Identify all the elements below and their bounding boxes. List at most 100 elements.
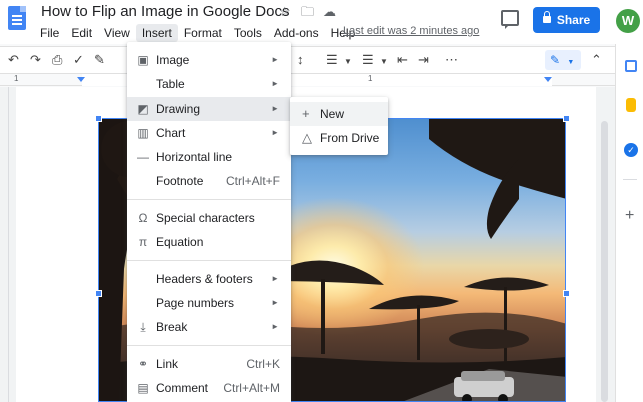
- submenu-arrow-icon: ►: [271, 298, 279, 307]
- menu-item-label: Image: [156, 53, 190, 67]
- horizontal-ruler: 1 1: [0, 74, 615, 86]
- menu-divider: [127, 199, 291, 200]
- menu-item-drawing[interactable]: ◩ Drawing ►: [127, 97, 291, 121]
- formatting-toolbar: ↶ ↷ ⎙ ✓ ✎ ↕ ☰ ▼ ☰ ▼ ⇤ ⇥ ⋯ ✎ ▼ ⌃: [0, 46, 615, 74]
- vertical-scrollbar[interactable]: [601, 121, 608, 402]
- menu-item-image[interactable]: ▣ Image ►: [127, 48, 291, 72]
- resize-handle[interactable]: [563, 290, 570, 297]
- menu-item-horizontal-line[interactable]: — Horizontal line: [127, 145, 291, 169]
- paint-format-icon[interactable]: ✎: [94, 52, 105, 68]
- submenu-arrow-icon: ►: [271, 322, 279, 331]
- menu-item-shortcut: Ctrl+K: [246, 357, 280, 371]
- menu-add-ons[interactable]: Add-ons: [268, 24, 325, 42]
- ruler-number: 1: [14, 74, 19, 83]
- menu-item-headers-footers[interactable]: Headers & footers ►: [127, 267, 291, 291]
- submenu-item-new[interactable]: + New: [290, 102, 388, 126]
- comment-history-icon[interactable]: [501, 10, 519, 29]
- menu-item-page-numbers[interactable]: Page numbers ►: [127, 291, 291, 315]
- tasks-icon[interactable]: ✓: [624, 143, 638, 157]
- menu-item-comment[interactable]: ▤ Comment Ctrl+Alt+M: [127, 376, 291, 400]
- star-icon[interactable]: ☆: [279, 4, 291, 20]
- avatar[interactable]: W: [616, 9, 640, 33]
- menu-file[interactable]: File: [34, 24, 65, 42]
- menu-insert[interactable]: Insert: [135, 24, 178, 42]
- google-docs-window: How to Flip an Image in Google Docs ☆ 🗀 …: [0, 0, 643, 402]
- menu-item-footnote[interactable]: Footnote Ctrl+Alt+F: [127, 169, 291, 193]
- horizontal-line-icon: —: [137, 150, 149, 164]
- chevron-down-icon[interactable]: ▼: [380, 54, 388, 70]
- add-addon-icon[interactable]: +: [625, 208, 634, 224]
- menu-edit[interactable]: Edit: [65, 24, 98, 42]
- submenu-item-from-drive[interactable]: △ From Drive: [290, 126, 388, 150]
- menu-item-link[interactable]: ⚭ Link Ctrl+K: [127, 352, 291, 376]
- menu-tools[interactable]: Tools: [228, 24, 268, 42]
- menu-item-equation[interactable]: π Equation: [127, 230, 291, 254]
- menu-item-label: Link: [156, 357, 179, 371]
- insert-menu: ▣ Image ► Table ► ◩ Drawing ► ▥ Chart ► …: [127, 42, 291, 402]
- break-icon: ⤓: [140, 320, 146, 334]
- print-icon[interactable]: ⎙: [52, 52, 62, 68]
- share-button[interactable]: Share: [533, 7, 600, 33]
- drawing-icon: ◩: [137, 102, 149, 116]
- document-title[interactable]: How to Flip an Image in Google Docs: [41, 3, 289, 20]
- chart-icon: ▥: [137, 126, 149, 140]
- chevron-down-icon: ▼: [567, 59, 575, 66]
- menu-item-label: Special characters: [156, 211, 255, 225]
- comment-icon: ▤: [137, 381, 149, 395]
- menu-item-label: Drawing: [156, 102, 201, 116]
- move-folder-icon[interactable]: 🗀: [301, 4, 314, 20]
- menu-item-special-characters[interactable]: Ω Special characters: [127, 206, 291, 230]
- chevron-down-icon[interactable]: ▼: [344, 54, 352, 70]
- menu-item-label: Equation: [156, 235, 204, 249]
- menu-item-label: Table: [156, 77, 185, 91]
- menu-item-table[interactable]: Table ►: [127, 72, 291, 96]
- collapse-menus-icon[interactable]: ⌃: [591, 52, 602, 68]
- submenu-arrow-icon: ►: [271, 55, 279, 64]
- side-panel: ✓ +: [615, 44, 643, 402]
- left-indent-marker[interactable]: [77, 77, 85, 82]
- more-options-icon[interactable]: ⋯: [445, 52, 458, 68]
- decrease-indent-icon[interactable]: ⇤: [397, 52, 408, 68]
- resize-handle[interactable]: [95, 290, 102, 297]
- calendar-icon[interactable]: [625, 60, 637, 72]
- redo-icon[interactable]: ↷: [30, 52, 41, 68]
- resize-handle[interactable]: [563, 115, 570, 122]
- omega-icon: Ω: [138, 211, 148, 225]
- submenu-arrow-icon: ►: [271, 79, 279, 88]
- line-spacing-icon[interactable]: ↕: [297, 52, 304, 68]
- docs-logo-icon[interactable]: [8, 6, 26, 30]
- cloud-status-icon[interactable]: ☁: [323, 4, 336, 20]
- spellcheck-icon[interactable]: ✓: [73, 52, 84, 68]
- menu-item-label: Break: [156, 320, 188, 334]
- menu-item-label: Footnote: [156, 174, 204, 188]
- plus-icon: +: [302, 106, 310, 121]
- numbered-list-icon[interactable]: ☰: [326, 52, 338, 68]
- editing-mode-button[interactable]: ✎ ▼: [545, 50, 581, 70]
- bulleted-list-icon[interactable]: ☰: [362, 52, 374, 68]
- menu-view[interactable]: View: [98, 24, 136, 42]
- vertical-ruler: [8, 87, 9, 402]
- drive-icon: △: [302, 130, 312, 145]
- menu-bar: File Edit View Insert Format Tools Add-o…: [34, 24, 361, 42]
- link-icon: ⚭: [137, 357, 149, 371]
- menu-item-break[interactable]: ⤓ Break ►: [127, 315, 291, 339]
- menu-divider: [127, 260, 291, 261]
- last-edit-link[interactable]: Last edit was 2 minutes ago: [343, 25, 479, 37]
- menu-item-chart[interactable]: ▥ Chart ►: [127, 121, 291, 145]
- pi-icon: π: [138, 235, 148, 249]
- submenu-arrow-icon: ►: [271, 128, 279, 137]
- submenu-item-label: New: [320, 107, 345, 121]
- increase-indent-icon[interactable]: ⇥: [418, 52, 429, 68]
- undo-icon[interactable]: ↶: [8, 52, 19, 68]
- submenu-arrow-icon: ►: [271, 274, 279, 283]
- submenu-item-label: From Drive: [320, 131, 380, 145]
- menu-format[interactable]: Format: [178, 24, 228, 42]
- resize-handle[interactable]: [95, 115, 102, 122]
- menu-item-label: Chart: [156, 126, 186, 140]
- lock-icon: [542, 11, 551, 23]
- keep-icon[interactable]: [626, 98, 636, 112]
- menu-item-label: Headers & footers: [156, 272, 253, 286]
- right-indent-marker[interactable]: [544, 77, 552, 82]
- drawing-submenu: + New △ From Drive: [290, 97, 388, 155]
- menu-item-shortcut: Ctrl+Alt+M: [223, 381, 280, 395]
